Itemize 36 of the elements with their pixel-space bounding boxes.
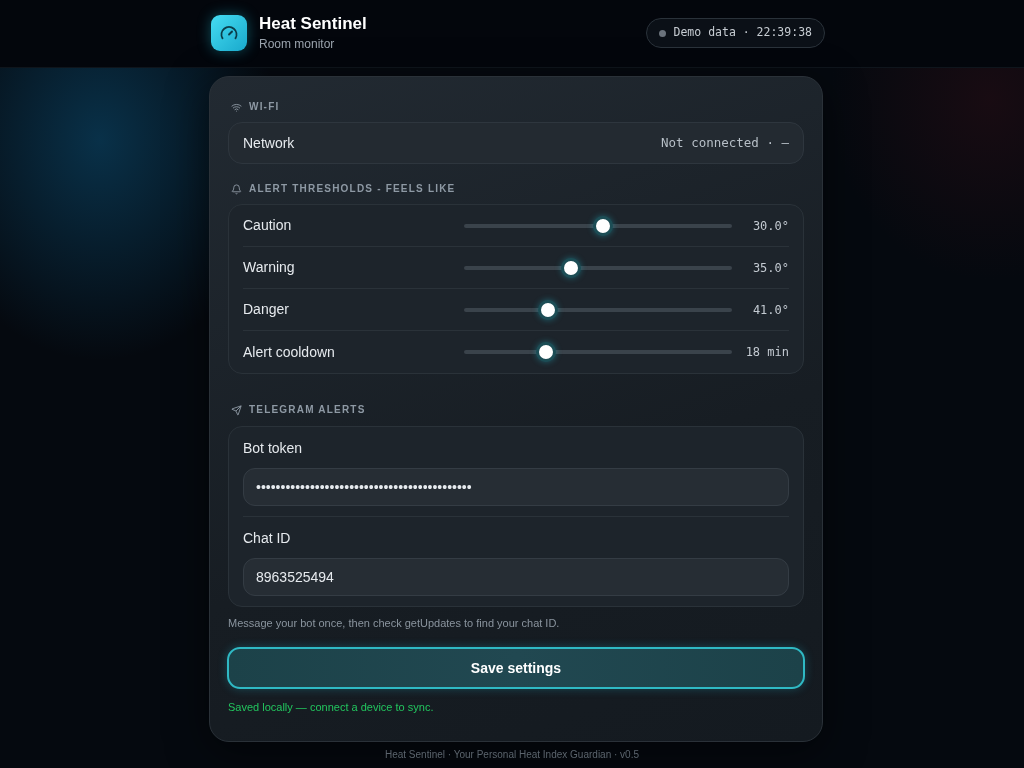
slider-thumb[interactable] (560, 257, 581, 278)
send-icon (231, 404, 242, 416)
slider[interactable] (464, 298, 732, 321)
text-input[interactable]: 8963525494 (243, 558, 789, 596)
slider-value: 30.0° (751, 217, 789, 235)
bell-icon (231, 183, 242, 195)
slider-label: Danger (243, 300, 290, 319)
section-heading: WI-FI (249, 101, 280, 113)
slider[interactable] (464, 214, 732, 237)
network-status: Not connected · – (661, 133, 789, 152)
slider[interactable] (464, 256, 732, 279)
status-text: Demo data · 22:39:38 (673, 24, 812, 42)
slider-thumb[interactable] (535, 342, 556, 362)
app-title: Heat Sentinel (259, 14, 367, 34)
section-heading: TELEGRAM ALERTS (249, 404, 366, 416)
slider-value: 18 min (744, 344, 789, 361)
slider-thumb[interactable] (538, 299, 559, 320)
slider-label: Warning (243, 258, 296, 277)
slider-label: Caution (243, 216, 293, 235)
text-input[interactable]: •••••••••••••••••••••••••••••••••••••••••••• (243, 468, 789, 506)
hint-text: Message your bot once, then check getUpdates to find your chat ID. (228, 616, 561, 631)
field-label: Chat ID (243, 529, 292, 548)
network-label: Network (243, 133, 295, 153)
save-status-text: Saved locally — connect a device to sync. (228, 700, 435, 715)
slider-thumb[interactable] (592, 215, 613, 236)
slider-value: 35.0° (751, 259, 789, 277)
app-subtitle: Room monitor (259, 36, 336, 52)
save-settings-button[interactable]: Save settings (227, 647, 805, 689)
slider-value: 41.0° (751, 301, 789, 319)
field-label: Bot token (243, 439, 304, 458)
slider[interactable] (464, 341, 732, 363)
gauge-logo-icon (211, 15, 247, 51)
footer-text: Heat Sentinel · Your Personal Heat Index Guardian · v0.5 (384, 748, 639, 761)
section-heading: ALERT THRESHOLDS - FEELS LIKE (249, 183, 456, 195)
slider-label: Alert cooldown (243, 342, 336, 362)
wifi-icon (231, 101, 242, 113)
